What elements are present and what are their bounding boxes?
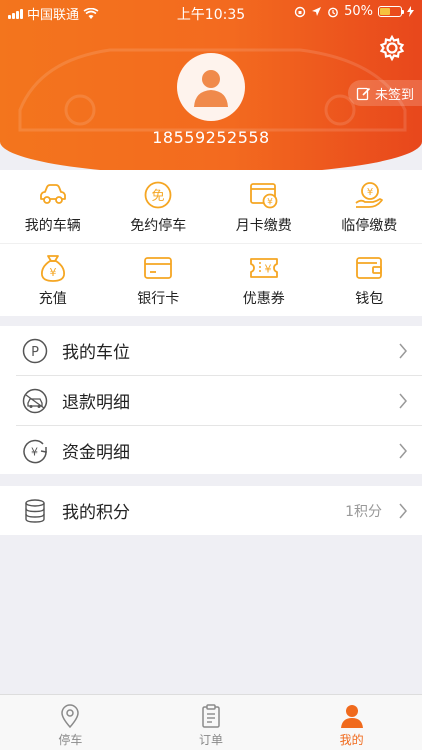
rotation-lock-icon	[294, 6, 306, 17]
parking-p-icon: P	[22, 338, 48, 363]
signin-button[interactable]: 未签到	[347, 80, 422, 106]
svg-text:P: P	[31, 345, 39, 360]
chevron-right-icon	[399, 393, 407, 408]
svg-text:¥: ¥	[49, 266, 56, 279]
user-phone: 18559252558	[152, 128, 270, 147]
avatar[interactable]	[177, 53, 245, 121]
funds-icon: ¥	[23, 439, 47, 463]
list-item-my-parking-space[interactable]: P 我的车位	[0, 326, 422, 375]
tab-parking[interactable]: 停车	[0, 695, 141, 750]
profile-page: 中国联通 上午10:35 50% 未签到 18559252558 我的车辆 免 …	[0, 0, 422, 750]
grid-item-recharge[interactable]: ¥ 充值	[0, 244, 106, 316]
grid-label: 充值	[38, 291, 67, 307]
charging-bolt-icon	[407, 6, 414, 17]
coupon-icon: ¥	[249, 258, 278, 278]
list-item-label: 我的积分	[62, 503, 130, 523]
refund-icon	[22, 388, 48, 413]
grid-item-my-vehicle[interactable]: 我的车辆	[0, 170, 106, 243]
coins-stack-icon	[25, 498, 45, 523]
status-bar: 中国联通 上午10:35 50%	[0, 0, 422, 24]
chevron-right-icon	[399, 503, 407, 518]
list-item-label: 我的车位	[62, 343, 130, 363]
grid-label: 月卡缴费	[235, 217, 292, 234]
profile-header: 中国联通 上午10:35 50% 未签到 18559252558	[0, 0, 422, 175]
grid-item-bank-card[interactable]: 银行卡	[106, 244, 212, 316]
grid-label: 临停缴费	[341, 217, 398, 234]
person-icon	[340, 705, 363, 728]
grid-item-wallet[interactable]: 钱包	[317, 244, 422, 316]
list-item-my-points[interactable]: 我的积分 1积分	[0, 486, 422, 535]
settings-gear-icon[interactable]	[378, 34, 406, 62]
grid-item-temp-parking[interactable]: ¥ 临停缴费	[317, 170, 422, 243]
list-item-label: 资金明细	[62, 443, 130, 463]
svg-text:¥: ¥	[367, 187, 373, 198]
user-avatar-icon	[194, 70, 228, 107]
grid-label: 钱包	[355, 291, 384, 307]
battery-icon	[378, 6, 404, 17]
temp-parking-pay-icon: ¥	[355, 181, 384, 208]
svg-text:¥: ¥	[31, 445, 38, 458]
grid-item-coupon[interactable]: ¥ 优惠券	[211, 244, 317, 316]
svg-text:¥: ¥	[264, 263, 271, 276]
car-icon	[39, 183, 66, 204]
tab-mine[interactable]: 我的	[281, 695, 422, 750]
money-bag-icon: ¥	[40, 255, 65, 282]
grid-label: 银行卡	[137, 291, 180, 307]
grid-item-free-parking[interactable]: 免 免约停车	[106, 170, 212, 243]
free-parking-icon: 免	[144, 181, 172, 208]
grid-label: 优惠券	[242, 291, 285, 307]
list-item-refund-details[interactable]: 退款明细	[0, 376, 422, 425]
grid-item-monthly-card[interactable]: ¥ 月卡缴费	[211, 170, 317, 243]
monthly-card-icon: ¥	[249, 182, 278, 208]
bottom-tab-bar: 停车 订单 我的	[0, 694, 422, 750]
account-list: P 我的车位 退款明细 ¥ 资金明细	[0, 326, 422, 474]
clipboard-icon	[202, 704, 220, 728]
list-item-label: 退款明细	[62, 393, 130, 413]
tab-label: 订单	[199, 733, 224, 747]
edit-pencil-icon	[356, 87, 371, 100]
tab-label: 停车	[58, 733, 83, 747]
tab-label: 我的	[339, 733, 364, 747]
tab-orders[interactable]: 订单	[141, 695, 282, 750]
svg-text:¥: ¥	[267, 197, 273, 207]
location-pin-icon	[61, 704, 80, 729]
chevron-right-icon	[399, 343, 407, 358]
points-list: 我的积分 1积分	[0, 486, 422, 535]
grid-label: 我的车辆	[24, 217, 81, 234]
quick-actions-grid: 我的车辆 免 免约停车 ¥ 月卡缴费 ¥ 临停缴费 ¥ 充值 银行卡 ¥ 优惠券…	[0, 170, 422, 316]
location-arrow-icon	[312, 7, 322, 16]
alarm-icon	[328, 7, 338, 17]
bank-card-icon	[144, 257, 173, 279]
chevron-right-icon	[399, 443, 407, 458]
grid-label: 免约停车	[130, 217, 187, 234]
points-value: 1积分	[345, 503, 382, 520]
list-item-funds-details[interactable]: ¥ 资金明细	[0, 426, 422, 475]
signin-label: 未签到	[374, 87, 414, 103]
wallet-icon	[356, 257, 383, 279]
svg-text:免: 免	[152, 189, 165, 204]
battery-percent: 50%	[344, 4, 373, 19]
